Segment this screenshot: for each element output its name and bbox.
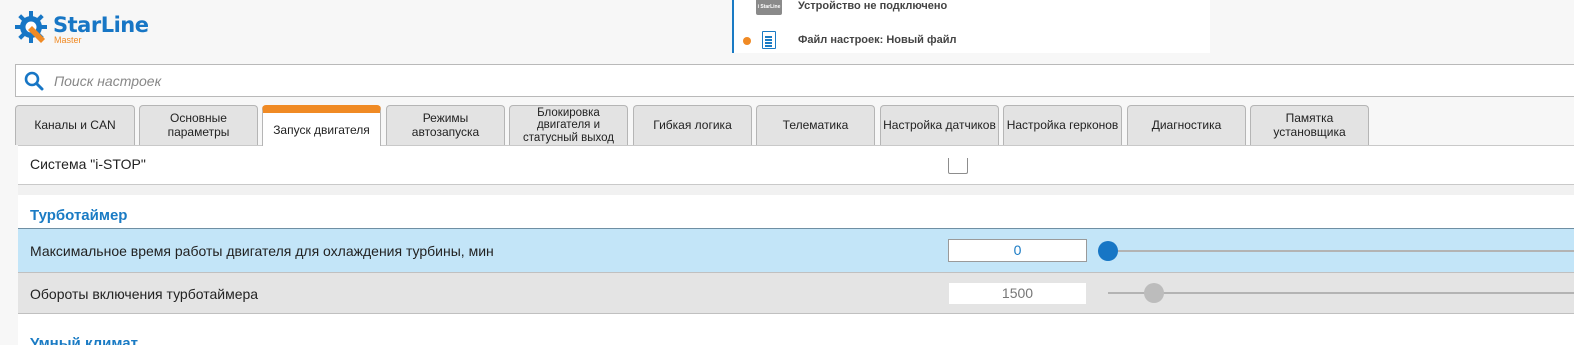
istop-checkbox[interactable]: [948, 158, 968, 174]
brand-sub: Master: [54, 35, 82, 45]
turbo-time-input[interactable]: 0: [948, 239, 1087, 262]
tab-engine-start[interactable]: Запуск двигателя: [262, 105, 381, 146]
device-icon: i StarLine: [756, 0, 782, 15]
tab-sensors[interactable]: Настройка датчиков: [880, 105, 999, 145]
section-spacer: [18, 185, 1574, 195]
setting-row-istop: Система "i-STOP": [18, 146, 1574, 184]
setting-row-turbo-rpm: Обороты включения турботаймера 1500: [18, 272, 1574, 314]
turbo-time-slider-thumb[interactable]: [1098, 241, 1118, 261]
unsaved-dot-icon: [743, 37, 751, 45]
setting-label: Максимальное время работы двигателя для …: [30, 243, 494, 259]
tab-telematics[interactable]: Телематика: [756, 105, 875, 145]
device-status-text: Устройство не подключено: [798, 0, 948, 12]
turbo-rpm-slider-thumb: [1144, 283, 1164, 303]
tab-reed-switches[interactable]: Настройка герконов: [1003, 105, 1122, 145]
search-input[interactable]: [54, 65, 1554, 96]
search-icon[interactable]: [24, 71, 44, 91]
search-bar: [15, 64, 1574, 97]
file-status-text: Файл настроек: Новый файл: [798, 34, 957, 46]
turbo-rpm-slider-track: [1108, 292, 1574, 294]
turbo-rpm-input: 1500: [948, 282, 1087, 305]
tab-diagnostics[interactable]: Диагностика: [1127, 105, 1246, 145]
setting-label: Обороты включения турботаймера: [30, 286, 259, 302]
starline-logo: StarLine Master: [14, 10, 154, 46]
setting-label: Система "i-STOP": [30, 156, 146, 172]
gear-wrench-icon: [15, 11, 47, 43]
brand-name: StarLine: [53, 13, 149, 37]
tab-channels-can[interactable]: Каналы и CAN: [15, 105, 135, 145]
tab-flex-logic[interactable]: Гибкая логика: [633, 105, 752, 145]
section-title-turbotimer: Турботаймер: [30, 207, 128, 224]
setting-row-turbo-time: Максимальное время работы двигателя для …: [18, 228, 1574, 272]
settings-content: Система "i-STOP" Турботаймер Максимально…: [18, 145, 1574, 345]
turbo-time-slider-track[interactable]: [1098, 250, 1574, 252]
section-title-smart-climate: Умный климат: [30, 335, 138, 345]
tab-autostart-modes[interactable]: Режимы автозапуска: [386, 105, 505, 145]
tab-engine-block[interactable]: Блокировка двигателя и статусный выход: [509, 105, 628, 145]
tab-main-params[interactable]: Основные параметры: [139, 105, 258, 145]
tab-installer-memo[interactable]: Памятка установщика: [1250, 105, 1369, 145]
status-panel: i StarLine Устройство не подключено Файл…: [732, 0, 1210, 53]
document-icon: [762, 31, 776, 49]
